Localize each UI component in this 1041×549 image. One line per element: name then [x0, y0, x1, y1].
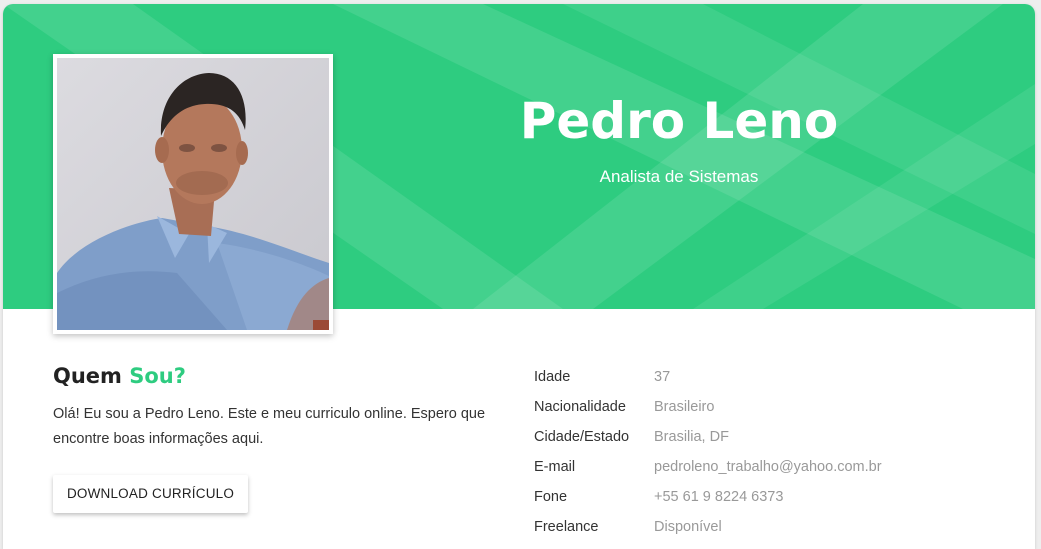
about-heading-accent: Sou? [129, 364, 186, 388]
about-description: Olá! Eu sou a Pedro Leno. Este e meu cur… [53, 406, 486, 447]
info-value: Brasilia, DF [654, 429, 729, 445]
info-row-phone: Fone +55 61 9 8224 6373 [534, 482, 882, 512]
info-value: +55 61 9 8224 6373 [654, 489, 784, 505]
info-label: Nacionalidade [534, 399, 626, 415]
profile-card: Pedro Leno Analista de Sistemas Quem Sou… [3, 4, 1035, 549]
profile-name: Pedro Leno [519, 92, 839, 150]
info-label: Freelance [534, 519, 599, 535]
profile-photo-frame [53, 54, 333, 334]
profile-photo [57, 58, 329, 330]
about-heading: Quem Sou? [53, 364, 186, 388]
info-label: E-mail [534, 459, 576, 475]
profile-role: Analista de Sistemas [599, 167, 759, 186]
info-value: Disponível [654, 519, 722, 535]
person-photo-illustration [57, 58, 329, 330]
email-link[interactable]: pedroleno_trabalho@yahoo.com.br [654, 452, 882, 482]
info-row-freelance: Freelance Disponível [534, 512, 882, 542]
info-label: Idade [534, 369, 571, 385]
personal-info-list: Idade 37 Nacionalidade Brasileiro Cidade/E… [534, 362, 882, 542]
info-row-email: E-mail pedroleno_trabalho@yahoo.com.br [534, 452, 882, 482]
info-label: Cidade/Estado [534, 429, 630, 445]
info-label: Fone [534, 489, 568, 505]
info-value: Brasileiro [654, 399, 715, 415]
info-row-city: Cidade/Estado Brasilia, DF [534, 422, 882, 452]
info-row-nationality: Nacionalidade Brasileiro [534, 392, 882, 422]
info-value: 37 [654, 369, 671, 385]
info-row-age: Idade 37 [534, 362, 882, 392]
download-resume-button[interactable]: DOWNLOAD CURRÍCULO [53, 475, 248, 513]
about-heading-plain: Quem [53, 364, 130, 388]
